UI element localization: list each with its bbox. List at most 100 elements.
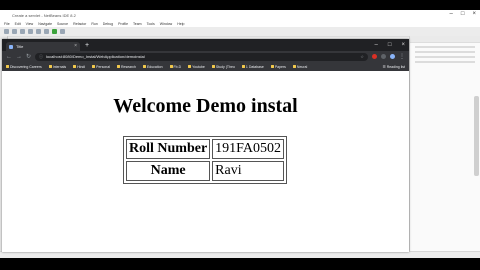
tab-strip: Title × + – □ × [2, 39, 409, 51]
reload-icon[interactable]: ↻ [26, 54, 31, 60]
folder-icon [6, 65, 9, 68]
folder-icon [73, 65, 77, 68]
address-bar[interactable]: ⓘ localhost:8080/Demo_Instal/WebApplicat… [35, 52, 368, 61]
menu-view[interactable]: View [26, 22, 34, 26]
name-label: Name [126, 161, 211, 181]
bookmark-star-icon[interactable]: ☆ [360, 54, 364, 59]
maximize-icon[interactable]: □ [388, 40, 392, 50]
reading-list-label: Reading list [386, 64, 405, 69]
navigator-line [415, 61, 475, 63]
bookmark-item[interactable]: 1 Database [241, 64, 264, 69]
page-heading: Welcome Demo instal [113, 95, 298, 117]
folder-icon [270, 65, 274, 68]
browser-toolbar: ← → ↻ ⓘ localhost:8080/Demo_Instal/WebAp… [2, 51, 409, 62]
bookmark-item[interactable]: Internals [48, 64, 67, 69]
undo-icon[interactable] [36, 29, 41, 34]
navigator-line [415, 46, 475, 48]
bookmark-label: Internals [52, 64, 67, 69]
menu-debug[interactable]: Debug [103, 22, 113, 26]
debug-icon[interactable] [60, 29, 65, 34]
reading-list-icon: ☰ [382, 64, 386, 69]
menu-source[interactable]: Source [57, 22, 68, 26]
tab-title: Title [16, 44, 24, 49]
menu-run[interactable]: Run [91, 22, 97, 26]
folder-icon [142, 65, 146, 68]
bookmark-item[interactable]: Study (Theo [211, 64, 235, 69]
menu-tools[interactable]: Tools [147, 22, 155, 26]
back-icon[interactable]: ← [6, 54, 12, 60]
folder-icon [48, 65, 52, 68]
bookmark-label: Education [146, 64, 163, 69]
info-icon[interactable]: ⓘ [39, 54, 43, 60]
close-icon[interactable]: × [401, 40, 405, 50]
browser-tab[interactable]: Title × [6, 42, 80, 51]
browser-window: Title × + – □ × ← → ↻ ⓘ localhost:8080/D… [2, 39, 409, 252]
navigator-header [410, 36, 480, 43]
bookmark-label: Research [120, 64, 136, 69]
menu-window[interactable]: Window [160, 22, 172, 26]
bookmark-item[interactable]: Education [142, 64, 163, 69]
run-icon[interactable] [52, 29, 57, 34]
new-project-icon[interactable] [12, 29, 17, 34]
table-row: Name Ravi [126, 161, 285, 181]
bookmark-item[interactable]: Fb.D [169, 64, 182, 69]
bookmark-label: Discovering Careers [10, 64, 42, 69]
profile-avatar[interactable] [390, 54, 395, 59]
menu-icon[interactable]: ⋮ [399, 54, 405, 60]
ide-title: Create a servlet - NetBeans IDE 8.2 [12, 12, 76, 18]
extension-icon[interactable] [372, 54, 377, 59]
minimize-icon[interactable]: – [375, 40, 378, 50]
maximize-icon[interactable]: □ [461, 11, 465, 17]
menu-file[interactable]: File [4, 22, 10, 26]
open-project-icon[interactable] [20, 29, 25, 34]
new-file-icon[interactable] [4, 29, 9, 34]
ide-menu-bar: File Edit View Navigate Source Refactor … [0, 20, 480, 27]
folder-icon [241, 65, 245, 68]
close-icon[interactable]: × [472, 11, 476, 17]
bookmark-item[interactable]: Discovering Careers [6, 65, 42, 69]
menu-refactor[interactable]: Refactor [73, 22, 86, 26]
folder-icon [116, 65, 120, 68]
folder-icon [211, 65, 215, 68]
bookmark-label: Fb.D [173, 64, 182, 69]
save-all-icon[interactable] [28, 29, 33, 34]
bookmark-item[interactable]: Research [116, 64, 136, 69]
bookmark-item[interactable]: Papers [270, 64, 286, 69]
tab-close-icon[interactable]: × [74, 44, 77, 49]
bookmark-label: Neural [296, 64, 308, 69]
navigator-line [415, 56, 475, 58]
minimize-icon[interactable]: – [450, 11, 453, 17]
bottom-black-bar [0, 258, 480, 270]
bookmark-label: Papers [274, 64, 286, 69]
bookmark-label: Personal [96, 64, 110, 69]
bookmark-item[interactable]: Youtube [188, 65, 205, 69]
name-value: Ravi [212, 161, 285, 181]
menu-profile[interactable]: Profile [118, 22, 128, 26]
folder-icon [92, 65, 96, 68]
roll-number-value: 191FA0502 [212, 139, 285, 159]
menu-team[interactable]: Team [133, 22, 142, 26]
ide-window-controls: – □ × [450, 11, 476, 17]
address-url: localhost:8080/Demo_Instal/WebApplicatio… [46, 54, 145, 59]
bookmark-item[interactable]: Personal [92, 65, 110, 69]
menu-help[interactable]: Help [177, 22, 184, 26]
bookmark-label: Study (Theo [215, 64, 235, 69]
folder-icon [292, 65, 296, 68]
reading-list[interactable]: ☰ Reading list [383, 65, 405, 69]
folder-icon [188, 65, 192, 68]
bookmark-item[interactable]: Hindi [73, 65, 85, 69]
navigator-line [415, 51, 475, 53]
menu-navigate[interactable]: Navigate [38, 22, 52, 26]
bookmark-item[interactable]: Neural [292, 64, 308, 69]
extension-icon[interactable] [381, 54, 386, 59]
navigator-scrollbar[interactable] [474, 96, 479, 176]
bookmark-label: 1 Database [245, 64, 264, 69]
bookmark-label: Youtube [192, 64, 205, 69]
ide-status-bar [0, 251, 480, 258]
menu-edit[interactable]: Edit [15, 22, 21, 26]
folder-icon [169, 65, 173, 68]
forward-icon[interactable]: → [16, 54, 22, 60]
favicon-icon [9, 44, 13, 49]
new-tab-icon[interactable]: + [85, 41, 89, 51]
redo-icon[interactable] [44, 29, 49, 34]
